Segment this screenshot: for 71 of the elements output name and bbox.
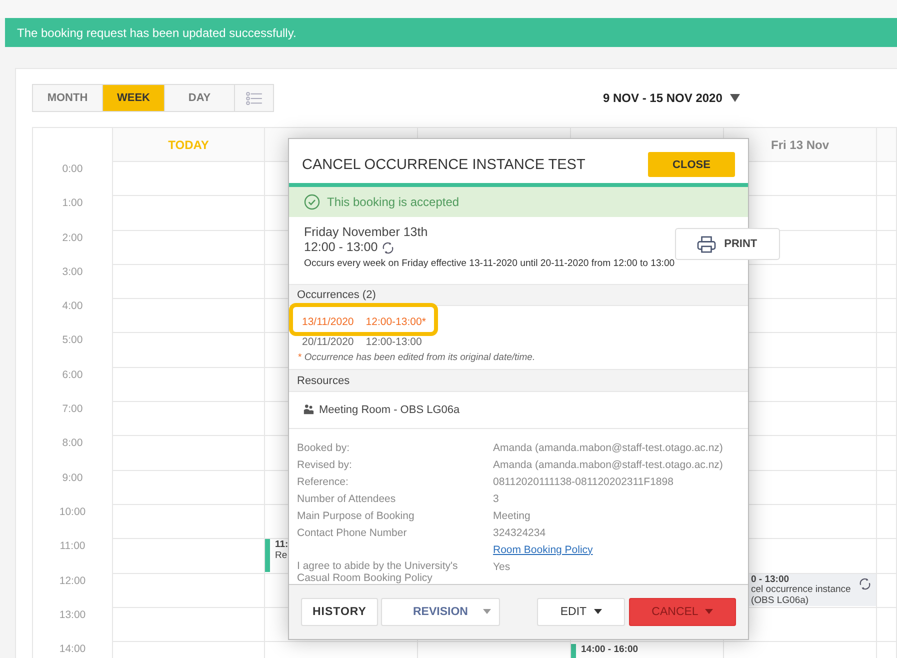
detail-value: Meeting [493, 508, 532, 523]
detail-label: Main Purpose of Booking [297, 508, 416, 523]
detail-label: Booked by: [297, 440, 351, 455]
detail-value: Yes [493, 560, 512, 575]
dropdown-caret-icon[interactable] [730, 94, 740, 102]
hour-label: 12:00 [33, 574, 113, 608]
caret-icon [594, 609, 602, 614]
detail-value: Amanda (amanda.mabon@staff-test.otago.ac.nz) [493, 458, 724, 472]
hour-label: 13:00 [33, 608, 113, 642]
hour-label: 7:00 [33, 402, 113, 436]
occurrence-time: 12:00-13:00* [366, 315, 426, 330]
resource-name: Meeting Room - OBS LG06a [319, 404, 460, 416]
occurrence-date: 20/11/2020 [302, 335, 354, 350]
detail-value: 08112020111138-081120202311F1898 [493, 474, 674, 489]
check-circle-icon [304, 194, 320, 210]
detail-label: Number of Attendees [297, 492, 397, 506]
view-tab[interactable]: DAY [165, 85, 235, 111]
history-button[interactable]: HISTORY [301, 598, 378, 626]
hour-label: 4:00 [33, 299, 113, 334]
hour-label: 8:00 [33, 436, 113, 471]
detail-label: Reference: [297, 474, 350, 489]
booking-time: 12:00 - 13:00 [304, 240, 378, 256]
edit-note: * Occurrence has been edited from its original date/time. [298, 352, 536, 364]
hour-label: 2:00 [33, 230, 113, 265]
date-range[interactable]: 9 NOV - 15 NOV 2020 [603, 91, 722, 105]
event-time: 0 - 13:00 [751, 574, 790, 585]
detail-value: Amanda (amanda.mabon@staff-test.otago.ac.nz) [493, 440, 724, 455]
recurring-icon [858, 576, 872, 591]
hour-label: 5:00 [33, 333, 113, 368]
event-title: Re [275, 550, 288, 562]
list-icon [246, 92, 262, 104]
hour-label: 6:00 [33, 368, 113, 402]
caret-icon [705, 609, 714, 614]
list-view-button[interactable] [235, 85, 273, 111]
detail-label: I agree to abide by the University's Casual Room Booking Policy [297, 560, 459, 584]
detail-value: 3 [493, 492, 500, 506]
recurrence-text: Occurs every week on Friday effective 13-11-2020 until 20-11-2020 from 12:00 to 13:00 [304, 258, 675, 270]
view-tab[interactable]: MONTH [33, 85, 103, 111]
booking-date: Friday November 13th [304, 225, 429, 240]
recurring-icon [380, 240, 395, 255]
hour-label: 9:00 [33, 470, 113, 505]
section-header: Resources [289, 369, 748, 392]
people-icon [303, 404, 314, 416]
section-header: Occurrences (2) [289, 284, 748, 306]
occurrence-time: 12:00-13:00 [366, 335, 422, 350]
event-title: cel occurrence instance [751, 585, 851, 596]
event-time: 11: [275, 540, 288, 551]
status-text: This booking is accepted [327, 194, 460, 209]
detail-label: Revised by: [297, 458, 353, 472]
detail-value: 324324234 [493, 526, 547, 540]
hour-label: 3:00 [33, 264, 113, 300]
hour-label: 14:00 [33, 642, 113, 658]
close-button[interactable]: CLOSE [648, 152, 735, 178]
print-button[interactable]: PRINT [674, 228, 780, 260]
hour-label: 11:00 [33, 539, 113, 574]
event-time: 14:00 - 16:00 [581, 645, 638, 656]
dialog-title: CANCEL OCCURRENCE INSTANCE TEST [302, 156, 586, 173]
revision-dropdown[interactable]: REVISION [381, 598, 500, 626]
view-tab[interactable]: WEEK [103, 85, 165, 111]
event-title: (OBS LG06a) [751, 596, 809, 606]
hour-label: 0:00 [33, 162, 113, 196]
hour-label: 1:00 [33, 196, 113, 231]
edit-button[interactable]: EDIT [537, 598, 625, 626]
printer-icon [697, 236, 716, 253]
hour-label: 10:00 [33, 504, 113, 540]
dropdown-caret-icon [483, 609, 491, 614]
success-message: The booking request has been updated successfully. [17, 26, 296, 40]
detail-label: Contact Phone Number [297, 526, 408, 540]
day-header: TODAY [113, 128, 265, 162]
occurrence-date: 13/11/2020 [302, 315, 354, 330]
policy-link[interactable]: Room Booking Policy [493, 542, 740, 557]
